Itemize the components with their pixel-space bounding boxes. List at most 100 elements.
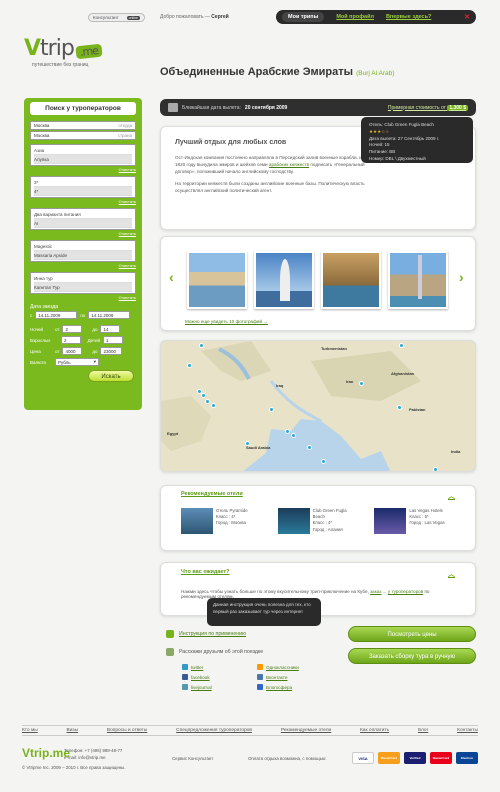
hotel-card[interactable]: Club Green Fugla Beach Класс : 4* Город : … bbox=[277, 508, 359, 534]
list-item[interactable]: Азиа bbox=[34, 146, 132, 155]
vkontakte-link[interactable]: Вконтакте bbox=[266, 675, 288, 680]
operators-list[interactable]: Инна тур Капитал Тур bbox=[30, 272, 136, 294]
more-photos-link[interactable]: Можно еще увидеть 10 фотографий → bbox=[185, 319, 268, 324]
footer-link[interactable]: Контакты bbox=[457, 728, 478, 733]
nav-my-trips[interactable]: Мои трипы bbox=[282, 12, 325, 22]
list-item[interactable]: Два варианта питания bbox=[34, 210, 132, 219]
username[interactable]: Сергей bbox=[211, 14, 228, 20]
footer-logo[interactable]: Vtrip.me bbox=[22, 746, 70, 760]
adults-input[interactable]: 2 bbox=[61, 336, 81, 344]
price-link[interactable]: Примерная стоимость от 1,300 $ bbox=[388, 104, 468, 111]
city-list[interactable]: Азиа Алупка bbox=[30, 144, 136, 166]
hotel-photo bbox=[181, 508, 213, 534]
map-pin[interactable] bbox=[197, 389, 202, 394]
map-pin[interactable] bbox=[269, 407, 274, 412]
logo[interactable]: Vtrip .me путешествие без границ bbox=[24, 36, 134, 76]
footer-link[interactable]: Блог bbox=[418, 728, 428, 733]
footer-link[interactable]: Визы bbox=[67, 728, 79, 733]
map-pin[interactable] bbox=[359, 381, 364, 386]
order-link[interactable]: заказ bbox=[370, 589, 381, 594]
list-item[interactable]: 4* bbox=[34, 187, 132, 196]
map-pin[interactable] bbox=[399, 343, 404, 348]
list-item[interactable]: AI bbox=[34, 219, 132, 228]
map[interactable]: Turkmenistan Iraq Iran Afghanistan Pakis… bbox=[160, 340, 476, 472]
nights-to-input[interactable]: 14 bbox=[100, 325, 121, 333]
collapse-icon[interactable]: ︿ bbox=[448, 491, 455, 501]
clear-link[interactable]: Очистить bbox=[30, 295, 136, 300]
map-pin[interactable] bbox=[285, 429, 290, 434]
list-item[interactable]: Капитал Тур bbox=[34, 283, 132, 292]
gallery-photo[interactable] bbox=[187, 251, 247, 309]
next-arrow-icon[interactable]: › bbox=[459, 269, 464, 285]
page-subtitle: (Burj Al Arab) bbox=[356, 70, 395, 77]
date-from-input[interactable]: 14.11.2009 bbox=[35, 311, 78, 319]
list-item[interactable]: Massaria Apside bbox=[34, 251, 132, 260]
nav-first-time[interactable]: Впервые здесь? bbox=[386, 14, 431, 20]
operators-link[interactable]: у туроператоров bbox=[388, 589, 423, 594]
map-pin[interactable] bbox=[205, 399, 210, 404]
kids-input[interactable]: 1 bbox=[103, 336, 123, 344]
expect-title[interactable]: Что вас ожидает? bbox=[181, 569, 230, 579]
odnoklassniki-link[interactable]: Одноклассники bbox=[266, 665, 299, 670]
footer-link[interactable]: Кто мы bbox=[22, 728, 38, 733]
date-label: Дата заезда bbox=[30, 304, 59, 310]
order-tour-button[interactable]: Заказать сборку тура в ручную bbox=[348, 648, 476, 664]
list-item[interactable]: 3* bbox=[34, 178, 132, 187]
footer-link[interactable]: Рекомендуемые отели bbox=[281, 728, 331, 733]
clear-link[interactable]: Очистить bbox=[30, 263, 136, 268]
nav-my-profile[interactable]: Мой профайл bbox=[336, 14, 374, 20]
gallery-photo[interactable] bbox=[388, 251, 448, 309]
map-pin[interactable] bbox=[291, 433, 296, 438]
clear-link[interactable]: Очистить bbox=[30, 167, 136, 172]
map-pin[interactable] bbox=[433, 467, 438, 471]
consultant-widget[interactable]: Консультант online bbox=[88, 13, 145, 22]
meals-list[interactable]: Два варианта питания AI bbox=[30, 208, 136, 230]
price-from-input[interactable]: 4000 bbox=[62, 347, 83, 355]
gallery-photo[interactable] bbox=[321, 251, 381, 309]
twitter-link[interactable]: twitter bbox=[191, 665, 203, 670]
gallery-photo[interactable] bbox=[254, 251, 314, 309]
search-button[interactable]: Искать bbox=[88, 370, 134, 382]
map-pin[interactable] bbox=[321, 459, 326, 464]
currency-select[interactable]: Рубль bbox=[58, 360, 71, 365]
map-pin[interactable] bbox=[199, 343, 204, 348]
price-to-input[interactable]: 23000 bbox=[100, 347, 123, 355]
footer-link[interactable]: Вопросы и ответы bbox=[107, 728, 147, 733]
facebook-link[interactable]: facebook bbox=[191, 675, 210, 680]
list-item[interactable]: Инна тур bbox=[34, 274, 132, 283]
map-pin[interactable] bbox=[307, 445, 312, 450]
hotels-list[interactable]: Magestic Massaria Apside bbox=[30, 240, 136, 262]
map-pin[interactable] bbox=[211, 403, 216, 408]
collapse-icon[interactable]: ︿ bbox=[448, 569, 455, 579]
instruction-row[interactable]: Инструкция по применению bbox=[166, 630, 246, 638]
prev-arrow-icon[interactable]: ‹ bbox=[169, 269, 174, 285]
close-icon[interactable]: ✕ bbox=[464, 13, 470, 21]
instruction-link[interactable]: Инструкция по применению bbox=[179, 631, 246, 637]
map-pin[interactable] bbox=[245, 441, 250, 446]
footer-nav: Кто мы Визы Вопросы и ответы Спецпредлож… bbox=[22, 725, 478, 736]
map-pin[interactable] bbox=[201, 393, 206, 398]
blogosphere-link[interactable]: Блогосфера bbox=[266, 685, 292, 690]
hotels-title[interactable]: Рекомендуемые отели bbox=[181, 491, 243, 501]
map-pin[interactable] bbox=[187, 363, 192, 368]
clear-link[interactable]: Очистить bbox=[30, 199, 136, 204]
country-select[interactable]: Москва страна bbox=[30, 131, 136, 140]
date-to-input[interactable]: 14.11.2009 bbox=[88, 311, 131, 319]
clear-link[interactable]: Очистить bbox=[30, 231, 136, 236]
view-prices-button[interactable]: Посмотреть цены bbox=[348, 626, 476, 642]
livejournal-link[interactable]: livejournal bbox=[191, 685, 212, 690]
principalities-link[interactable]: арабских княжеств bbox=[269, 162, 309, 167]
footer-consultant[interactable]: Сервис Консультант bbox=[172, 756, 213, 761]
hotel-card[interactable]: Las Vegas Hotels Класс : 5* Город : Las Ve… bbox=[374, 508, 455, 534]
stars-list[interactable]: 3* 4* bbox=[30, 176, 136, 198]
map-label: Iran bbox=[346, 379, 354, 384]
footer-link[interactable]: Как оплатить bbox=[360, 728, 389, 733]
hotel-card[interactable]: Отель Pyramide Класс : 4* Город : Москва bbox=[181, 508, 262, 534]
list-item[interactable]: Magestic bbox=[34, 242, 132, 251]
footer-link[interactable]: Спецпредложения туроператоров bbox=[176, 728, 252, 733]
footer-email[interactable]: e-mail: info@vtrip.me bbox=[64, 755, 122, 762]
from-select[interactable]: Москва откуда bbox=[30, 121, 136, 130]
list-item[interactable]: Алупка bbox=[34, 155, 132, 164]
map-pin[interactable] bbox=[397, 405, 402, 410]
nights-from-input[interactable]: 2 bbox=[62, 325, 83, 333]
